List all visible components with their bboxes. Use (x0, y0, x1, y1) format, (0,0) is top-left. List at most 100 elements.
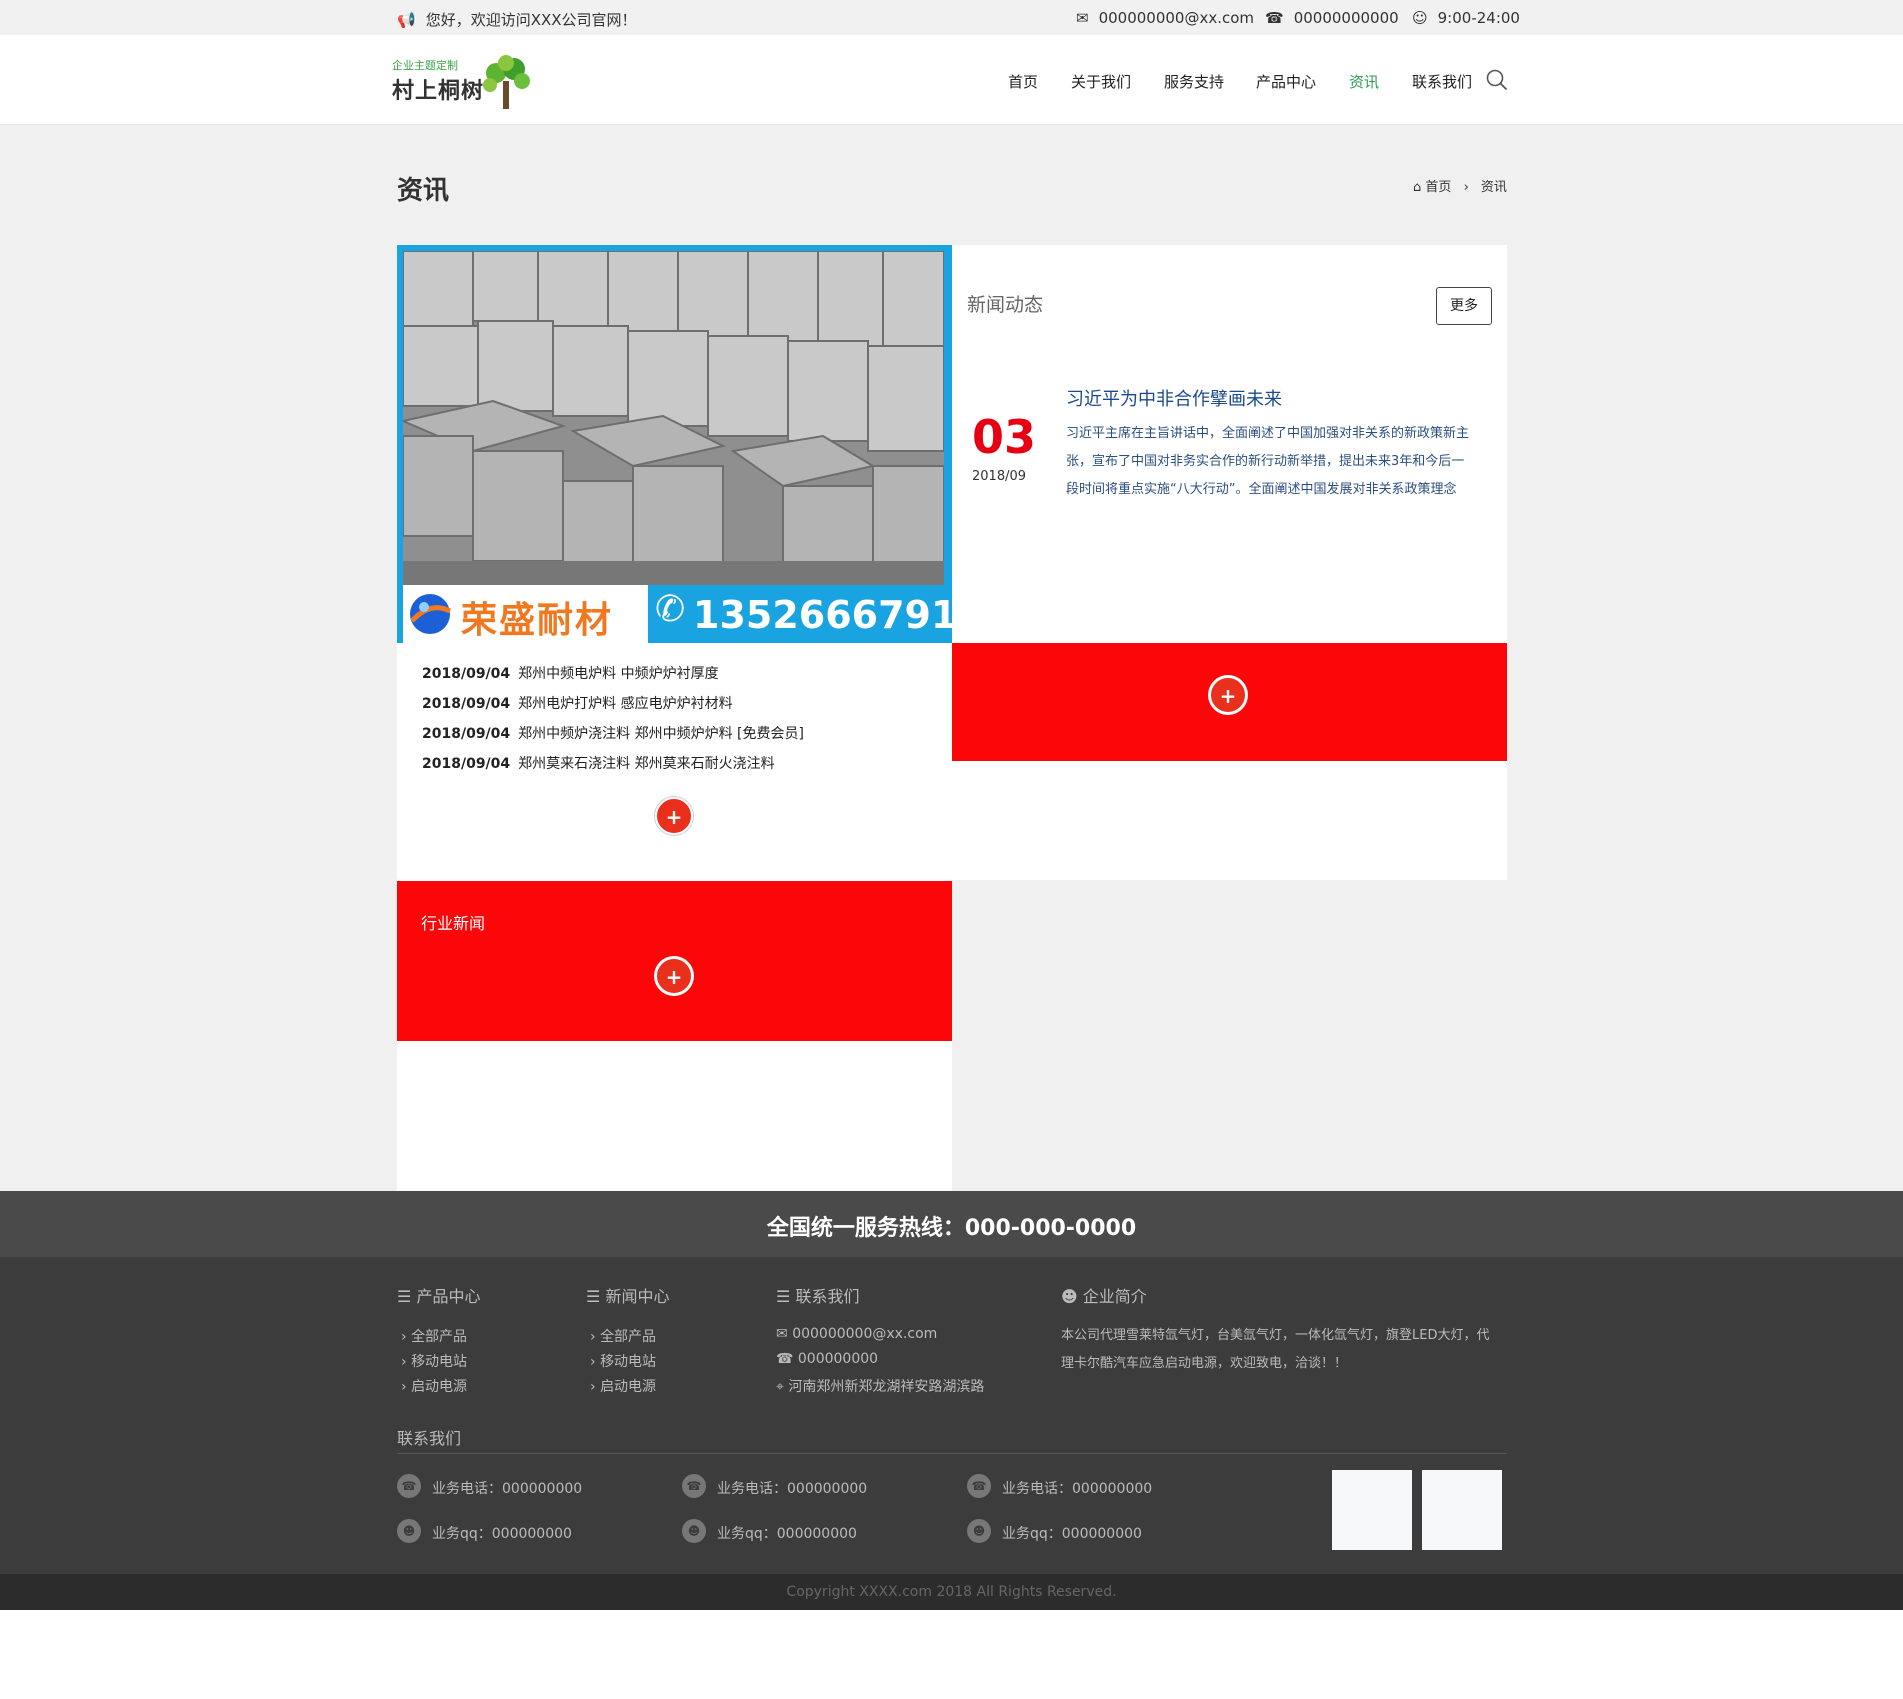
footer-link-text: 移动电站 (600, 1354, 657, 1370)
list-item-date: 2018/09/04 (422, 726, 511, 742)
footer-link[interactable]: › 启动电源 (401, 1376, 467, 1396)
footer-address: ⌖ 河南郑州新郑龙湖祥安路湖滨路 (776, 1376, 984, 1396)
footer-phone-text: 000000000 (797, 1351, 879, 1367)
footer-news-title: ☰ 新闻中心 (586, 1283, 669, 1307)
list-item-date: 2018/09/04 (422, 696, 511, 712)
logo[interactable]: 企业主题定制 村上桐树 (392, 51, 542, 113)
phone-icon: ☎ (776, 1351, 798, 1367)
banner-strip: 荣盛耐材 ✆ 13526667913 (403, 585, 984, 643)
greeting-text: 您好，欢迎访问XXX公司官网！ (425, 11, 637, 29)
footer-phone: ☎ 000000000 (776, 1351, 878, 1367)
footer-about-title-text: 企业简介 (1082, 1287, 1147, 1306)
user-icon: ☺ (1412, 9, 1428, 27)
copyright: Copyright XXXX.com 2018 All Rights Reser… (786, 1584, 1117, 1600)
banner-phone: 13526667913 (693, 593, 984, 637)
phone-icon: ✆ (655, 589, 686, 630)
chevron-right-icon: › (1463, 180, 1469, 195)
list-item-date: 2018/09/04 (422, 666, 511, 682)
list-item[interactable]: 2018/09/04 郑州电炉打炉料 感应电炉炉衬材料 (422, 693, 733, 713)
globe-icon (410, 594, 452, 634)
footer-products-title: ☰ 产品中心 (397, 1283, 480, 1307)
list-icon: ☰ (397, 1287, 417, 1306)
phone-icon: ☎ (1265, 9, 1284, 27)
footer-email-text: 000000000@xx.com (792, 1326, 938, 1342)
footer-link-text: 启动电源 (411, 1379, 468, 1395)
banner-image[interactable]: 荣盛耐材 ✆ 13526667913 (397, 245, 984, 643)
list-item-title: 郑州中频电炉料 中频炉炉衬厚度 (518, 666, 719, 682)
footer-news-title-text: 新闻中心 (605, 1287, 670, 1306)
footer-link[interactable]: › 全部产品 (401, 1326, 467, 1346)
bricks-photo (403, 251, 944, 585)
topbar-phone-text: 00000000000 (1293, 9, 1399, 27)
qr-code (1332, 1470, 1412, 1550)
article-title[interactable]: 习近平为中非合作擘画未来 (1066, 385, 1282, 411)
plus-icon[interactable]: + (655, 957, 693, 995)
search-icon[interactable] (1486, 69, 1508, 91)
breadcrumb: ⌂ 首页 › 资讯 (1413, 176, 1507, 195)
mail-icon: ✉ (1076, 9, 1089, 27)
footer (0, 1257, 1903, 1574)
more-button[interactable]: 更多 (1436, 287, 1492, 325)
contact-phone: 业务电话：000000000 (432, 1481, 583, 1497)
greeting: 📢 您好，欢迎访问XXX公司官网！ (397, 9, 637, 30)
contact-qq: 业务qq：000000000 (717, 1526, 857, 1542)
list-item-title: 郑州电炉打炉料 感应电炉炉衬材料 (518, 696, 733, 712)
nav-news[interactable]: 资讯 (1349, 71, 1379, 92)
right-panel (952, 245, 1507, 880)
qq-icon: ☻ (397, 1519, 421, 1543)
qr-code (1422, 1470, 1502, 1550)
topbar-email: ✉ 000000000@xx.com (1076, 9, 1254, 27)
footer-address-text: 河南郑州新郑龙湖祥安路湖滨路 (788, 1379, 985, 1395)
tree-icon (483, 55, 530, 109)
topbar-hours-text: 9:00-24:00 (1437, 9, 1520, 27)
location-icon: ⌖ (776, 1379, 789, 1395)
news-section-title: 新闻动态 (967, 294, 1044, 316)
plus-icon[interactable]: + (655, 797, 693, 835)
footer-link-text: 启动电源 (600, 1379, 657, 1395)
news-day: 03 (972, 410, 1037, 464)
home-icon: ⌂ (1413, 180, 1422, 195)
phone-icon: ☎ (397, 1474, 421, 1498)
nav-products[interactable]: 产品中心 (1256, 71, 1316, 92)
header: 企业主题定制 村上桐树 首页 关于我们 服务支持 产品中心 资讯 联系我们 (0, 35, 1903, 125)
footer-contact-heading: 联系我们 (397, 1429, 462, 1448)
topbar-phone: ☎ 00000000000 (1265, 9, 1399, 27)
mail-icon: ✉ (776, 1326, 793, 1342)
footer-link[interactable]: › 全部产品 (590, 1326, 656, 1346)
phone-icon: ☎ (682, 1474, 706, 1498)
industry-news-title[interactable]: 行业新闻 (421, 910, 485, 934)
breadcrumb-home[interactable]: 首页 (1425, 180, 1451, 195)
qq-icon: ☻ (967, 1519, 991, 1543)
contact-qq: 业务qq：000000000 (432, 1526, 572, 1542)
footer-divider (397, 1453, 1507, 1454)
article-body: 习近平主席在主旨讲话中，全面阐述了中国加强对非关系的新政策新主张，宣布了中国对非… (1066, 426, 1470, 497)
nav-contact[interactable]: 联系我们 (1412, 71, 1472, 92)
topbar-hours: ☺ 9:00-24:00 (1412, 9, 1520, 27)
logo-name: 村上桐树 (392, 79, 485, 104)
footer-contact-title-text: 联系我们 (795, 1287, 860, 1306)
qq-icon: ☻ (682, 1519, 706, 1543)
list-item[interactable]: 2018/09/04 郑州中频炉浇注料 郑州中频炉炉料 [免费会员] (422, 723, 804, 743)
plus-icon[interactable]: + (1209, 676, 1247, 714)
top-bar: 📢 您好，欢迎访问XXX公司官网！ ✉ 000000000@xx.com ☎ 0000… (0, 0, 1903, 35)
nav-service[interactable]: 服务支持 (1164, 71, 1224, 92)
footer-link[interactable]: › 移动电站 (401, 1351, 467, 1371)
nav-home[interactable]: 首页 (1008, 71, 1038, 92)
list-icon: ☰ (776, 1287, 796, 1306)
banner-brand: 荣盛耐材 (461, 600, 614, 641)
footer-products-title-text: 产品中心 (416, 1287, 481, 1306)
list-item-title: 郑州莫来石浇注料 郑州莫来石耐火浇注料 (518, 756, 775, 772)
footer-email: ✉ 000000000@xx.com (776, 1326, 937, 1342)
footer-link-text: 移动电站 (411, 1354, 468, 1370)
users-icon: ☻ (1061, 1287, 1083, 1306)
footer-link-text: 全部产品 (411, 1329, 468, 1345)
list-item-date: 2018/09/04 (422, 756, 511, 772)
page-title: 资讯 (397, 176, 450, 206)
nav-about[interactable]: 关于我们 (1071, 71, 1131, 92)
footer-link[interactable]: › 启动电源 (590, 1376, 656, 1396)
footer-link[interactable]: › 移动电站 (590, 1351, 656, 1371)
list-item[interactable]: 2018/09/04 郑州莫来石浇注料 郑州莫来石耐火浇注料 (422, 753, 775, 773)
contact-phone: 业务电话：000000000 (1002, 1481, 1153, 1497)
news-month: 2018/09 (972, 469, 1027, 484)
list-item[interactable]: 2018/09/04 郑州中频电炉料 中频炉炉衬厚度 (422, 663, 719, 683)
